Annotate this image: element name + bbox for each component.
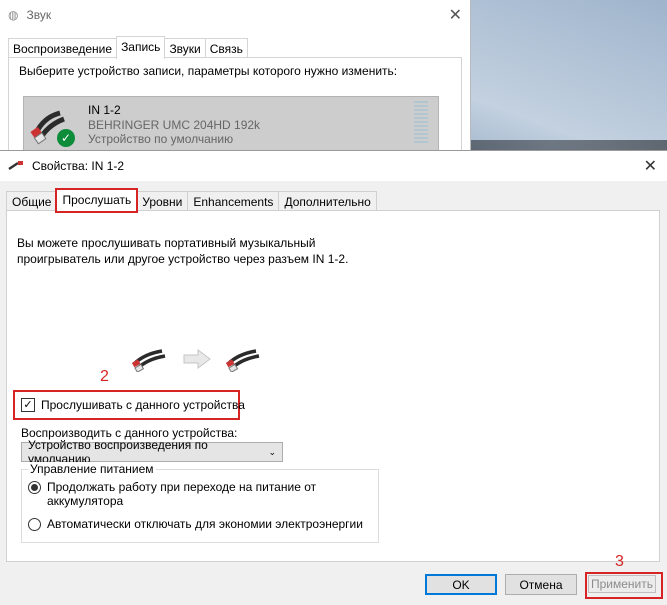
power-option-continue-line2: аккумулятора <box>47 494 124 508</box>
close-icon[interactable]: ✕ <box>449 5 462 25</box>
recording-description: Выберите устройство записи, параметры ко… <box>19 64 398 78</box>
power-option-continue[interactable]: Продолжать работу при переходе на питани… <box>28 480 316 508</box>
tab-advanced[interactable]: Дополнительно <box>278 191 377 212</box>
properties-dialog: Свойства: IN 1-2 ✕ Общие Прослушать Уров… <box>0 150 667 605</box>
tab-general[interactable]: Общие <box>6 191 58 212</box>
radio-continue[interactable] <box>28 481 41 494</box>
annotation-number-3: 3 <box>615 553 624 570</box>
recording-device-item[interactable]: ✓ IN 1-2 BEHRINGER UMC 204HD 192k Устрой… <box>23 96 439 158</box>
listen-description: Вы можете прослушивать портативный музык… <box>17 235 357 267</box>
power-group-title: Управление питанием <box>28 462 156 476</box>
tab-communications[interactable]: Связь <box>204 38 248 59</box>
device-status: Устройство по умолчанию <box>88 132 234 146</box>
default-check-icon: ✓ <box>57 129 75 147</box>
tab-playback[interactable]: Воспроизведение <box>8 38 118 59</box>
sound-window-title: Звук <box>26 8 52 22</box>
radio-auto-off[interactable] <box>28 518 41 531</box>
annotation-number-2: 2 <box>100 368 109 385</box>
arrow-right-icon <box>183 349 211 369</box>
device-model: BEHRINGER UMC 204HD 192k <box>88 118 261 132</box>
listen-description-line1: Вы можете прослушивать портативный музык… <box>17 236 316 250</box>
tab-listen[interactable]: Прослушать <box>55 188 139 213</box>
audio-cable-small-icon <box>8 161 23 171</box>
power-option-continue-label: Продолжать работу при переходе на питани… <box>47 480 316 508</box>
listen-checkbox[interactable]: ✓ <box>21 398 35 412</box>
input-cable-icon <box>132 349 166 372</box>
tab-recording[interactable]: Запись <box>116 36 166 59</box>
listen-description-line2: проигрыватель или другое устройство чере… <box>17 252 349 266</box>
chevron-down-icon: ⌄ <box>268 446 276 457</box>
output-cable-icon <box>226 349 260 372</box>
power-option-continue-line1: Продолжать работу при переходе на питани… <box>47 480 317 494</box>
listen-checkbox-row[interactable]: ✓ Прослушивать с данного устройства <box>21 398 245 412</box>
sound-window: ◍ Звук ✕ Воспроизведение Запись Звуки Св… <box>0 0 471 161</box>
device-name: IN 1-2 <box>88 103 121 117</box>
cancel-button[interactable]: Отмена <box>505 574 577 595</box>
routing-illustration <box>132 346 262 372</box>
sound-tabs: Воспроизведение Запись Звуки Связь <box>8 36 248 59</box>
sound-window-titlebar: ◍ Звук <box>0 0 470 30</box>
recording-panel: Выберите устройство записи, параметры ко… <box>8 57 462 161</box>
power-option-auto-off-label: Автоматически отключать для экономии эле… <box>47 517 363 531</box>
dialog-tabs: Общие Прослушать Уровни Enhancements Доп… <box>6 188 377 213</box>
close-icon[interactable]: ✕ <box>644 156 657 176</box>
dialog-title: Свойства: IN 1-2 <box>32 159 125 173</box>
power-management-group: Управление питанием Продолжать работу пр… <box>21 462 379 543</box>
tab-enhancements[interactable]: Enhancements <box>187 191 280 212</box>
speaker-icon: ◍ <box>8 8 19 22</box>
power-option-auto-off[interactable]: Автоматически отключать для экономии эле… <box>28 517 363 531</box>
listen-panel: Вы можете прослушивать портативный музык… <box>6 210 660 562</box>
listen-checkbox-label: Прослушивать с данного устройства <box>41 398 245 412</box>
apply-button[interactable]: Применить <box>588 575 656 593</box>
tab-sounds[interactable]: Звуки <box>164 38 206 59</box>
level-meter <box>414 101 428 145</box>
ok-button[interactable]: OK <box>425 574 497 595</box>
dialog-titlebar: Свойства: IN 1-2 <box>0 151 667 181</box>
tab-levels[interactable]: Уровни <box>136 191 189 212</box>
playback-device-select[interactable]: Устройство воспроизведения по умолчанию … <box>21 438 283 466</box>
